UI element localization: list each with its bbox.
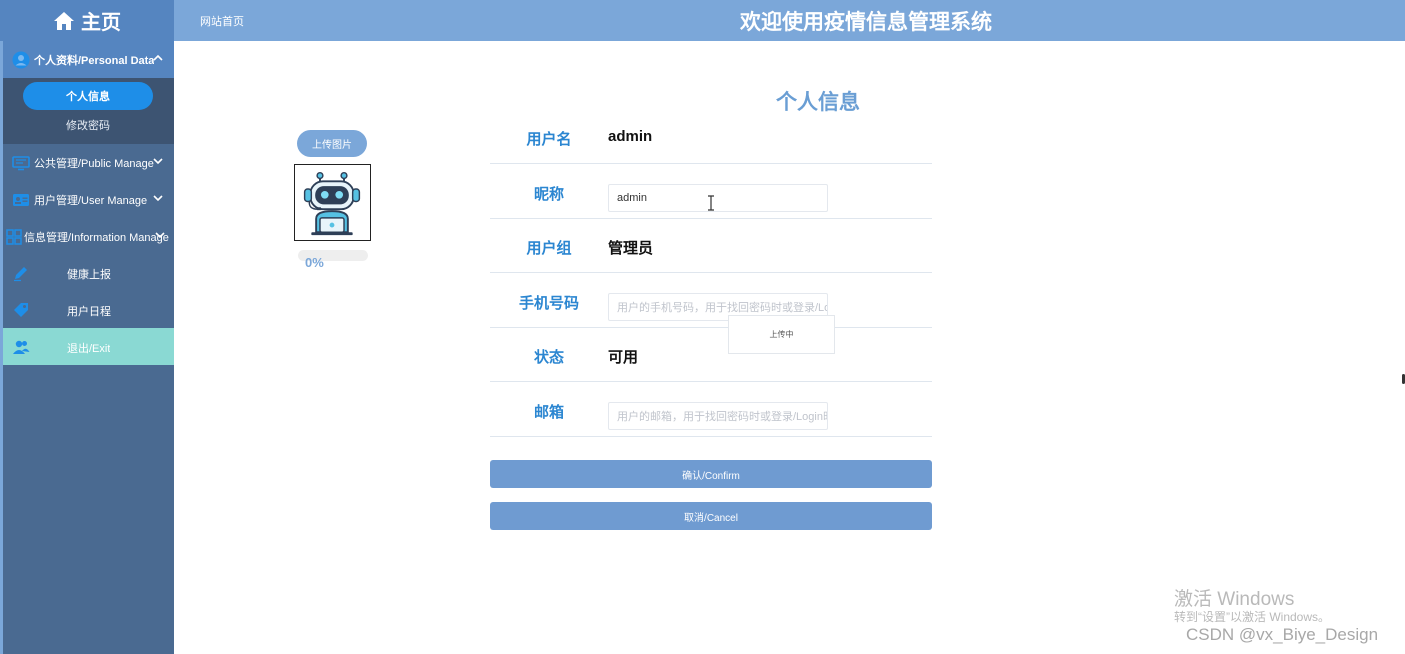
tag-icon xyxy=(14,302,28,317)
chevron-up-icon xyxy=(153,54,163,61)
top-header: 主页 网站首页 欢迎使用疫情信息管理系统 xyxy=(0,0,1405,41)
sidebar-item-label: 健康上报 xyxy=(67,269,111,281)
sidebar-item-label: 用户日程 xyxy=(67,306,111,318)
group-value: 管理员 xyxy=(608,240,654,257)
users-icon xyxy=(13,340,30,354)
username-label: 用户名 xyxy=(526,131,572,148)
username-value: admin xyxy=(608,128,653,145)
form-row-group: 用户组 管理员 xyxy=(490,219,932,273)
monitor-icon xyxy=(12,155,30,170)
form-row-phone: 手机号码 用户的手机号码，用于找回密码时或登录/Login xyxy=(490,274,932,328)
phone-label: 手机号码 xyxy=(518,295,579,312)
sidebar-item-user-schedule[interactable]: 用户日程 xyxy=(3,291,174,328)
sidebar-item-label: 信息管理/Information Manage xyxy=(24,231,169,244)
csdn-watermark: CSDN @vx_Biye_Design xyxy=(1186,625,1379,644)
home-logo[interactable]: 主页 xyxy=(0,0,174,41)
chevron-down-icon xyxy=(153,158,163,165)
upload-image-button[interactable]: 上传图片 xyxy=(297,130,367,157)
form-row-email: 邮箱 用户的邮箱，用于找回密码时或登录/Login时 xyxy=(490,383,932,437)
status-label: 状态 xyxy=(533,349,564,366)
sidebar-item-label: 用户管理/User Manage xyxy=(34,194,148,207)
home-icon xyxy=(54,11,74,30)
email-input[interactable]: 用户的邮箱，用于找回密码时或登录/Login时 xyxy=(608,402,828,430)
activation-watermark-title: 激活 Windows xyxy=(1174,589,1295,610)
sidebar-item-exit[interactable]: 退出/Exit xyxy=(3,328,174,365)
person-circle-icon xyxy=(12,51,30,68)
sidebar-item-information-manage[interactable]: 信息管理/Information Manage xyxy=(3,218,174,255)
text-cursor-icon xyxy=(708,195,714,211)
site-home-link[interactable]: 网站首页 xyxy=(200,13,244,29)
robot-avatar-icon xyxy=(303,171,361,236)
sidebar-subitem-change-password[interactable]: 修改密码 xyxy=(23,114,153,136)
confirm-button[interactable]: 确认/Confirm xyxy=(490,460,932,488)
grid-icon xyxy=(6,228,22,245)
sidebar-subitem-personal-info[interactable]: 个人信息 xyxy=(23,82,153,110)
status-value: 可用 xyxy=(608,349,639,366)
app-root: 主页 网站首页 欢迎使用疫情信息管理系统 个人资料/Personal Data … xyxy=(0,0,1405,654)
sidebar-item-public-manage[interactable]: 公共管理/Public Manage xyxy=(3,144,174,181)
sidebar-item-health-report[interactable]: 健康上报 xyxy=(3,254,174,291)
nickname-input[interactable]: admin xyxy=(608,184,828,212)
form-row-username: 用户名 admin xyxy=(490,110,932,164)
group-label: 用户组 xyxy=(526,240,572,257)
sidebar-item-personal-data[interactable]: 个人资料/Personal Data xyxy=(3,41,174,78)
chevron-down-icon xyxy=(153,195,163,202)
sidebar-item-label: 个人资料/Personal Data xyxy=(34,54,155,67)
sidebar-item-label: 退出/Exit xyxy=(67,343,111,355)
id-card-icon xyxy=(13,193,29,206)
system-title: 欢迎使用疫情信息管理系统 xyxy=(740,11,992,34)
personal-submenu: 个人信息 修改密码 xyxy=(3,78,174,144)
avatar[interactable] xyxy=(294,164,371,241)
uploading-tooltip: 上传中 xyxy=(728,315,835,354)
logo-text: 主页 xyxy=(81,12,121,34)
sidebar-item-user-manage[interactable]: 用户管理/User Manage xyxy=(3,181,174,218)
activation-watermark-subtitle: 转到“设置”以激活 Windows。 xyxy=(1174,610,1331,624)
email-label: 邮箱 xyxy=(533,404,564,421)
sidebar-item-label: 公共管理/Public Manage xyxy=(34,157,154,170)
cancel-button[interactable]: 取消/Cancel xyxy=(490,502,932,530)
upload-progress-text: 0% xyxy=(305,255,324,270)
pen-icon xyxy=(14,266,27,281)
nickname-label: 昵称 xyxy=(533,186,564,203)
chevron-down-icon xyxy=(155,232,165,239)
form-row-status: 状态 可用 xyxy=(490,328,932,382)
